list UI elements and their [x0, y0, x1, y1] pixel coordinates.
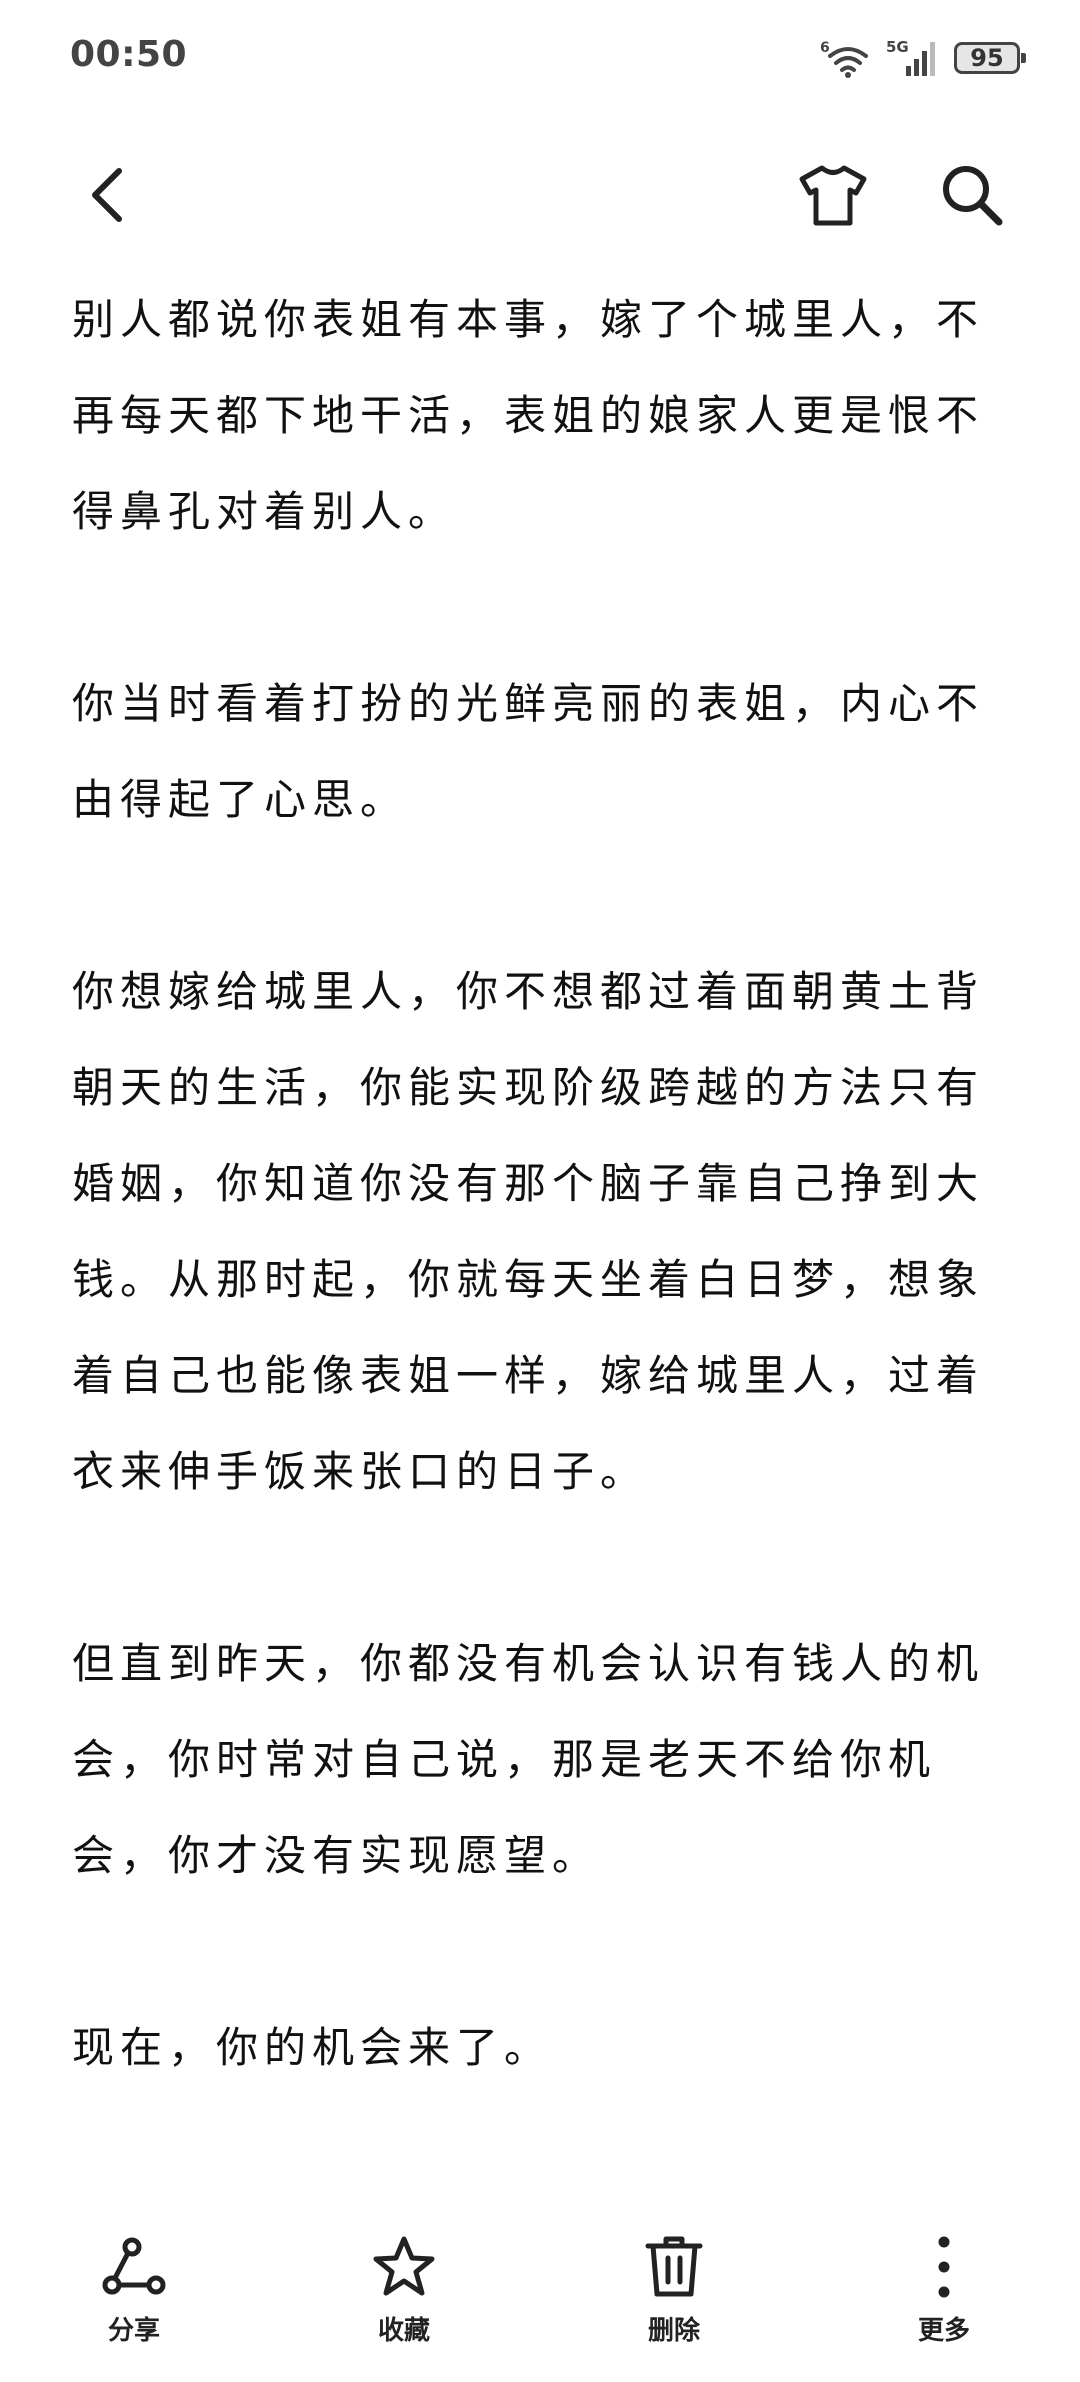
theme-button[interactable] — [793, 155, 873, 235]
favorite-button[interactable]: 收藏 — [324, 2232, 484, 2362]
wifi-icon: 6 — [820, 38, 872, 78]
share-label: 分享 — [107, 2316, 160, 2346]
delete-button[interactable]: 删除 — [594, 2232, 754, 2362]
search-icon — [943, 166, 1003, 226]
status-bar: 00:50 6 5G 95 — [0, 0, 1080, 120]
status-time: 00:50 — [70, 34, 188, 75]
trash-icon — [639, 2232, 709, 2302]
paragraph: 别人都说你表姐有本事，嫁了个城里人，不再每天都下地干活，表姐的娘家人更是恨不得鼻… — [72, 295, 985, 536]
battery-icon: 95 — [954, 42, 1026, 74]
more-button[interactable]: 更多 — [864, 2232, 1024, 2362]
network-label: 5G — [886, 38, 909, 56]
paragraph: 但直到昨天，你都没有机会认识有钱人的机会，你时常对自己说，那是老天不给你机会，你… — [72, 1639, 985, 1880]
paragraph: 你想嫁给城里人，你不想都过着面朝黄土背朝天的生活，你能实现阶级跨越的方法只有婚姻… — [72, 967, 985, 1496]
bottom-toolbar: 分享 收藏 删除 更多 — [0, 2210, 1080, 2370]
back-button[interactable] — [72, 160, 142, 230]
search-button[interactable] — [932, 155, 1012, 235]
chevron-left-icon — [92, 168, 122, 222]
share-icon — [99, 2232, 169, 2302]
delete-label: 删除 — [647, 2316, 700, 2346]
share-button[interactable]: 分享 — [54, 2232, 214, 2362]
battery-level: 95 — [970, 44, 1004, 72]
status-icons: 6 5G 95 — [820, 38, 1026, 78]
favorite-label: 收藏 — [377, 2316, 430, 2346]
wifi-label: 6 — [820, 40, 830, 56]
more-label: 更多 — [917, 2316, 970, 2346]
app-header — [0, 140, 1080, 250]
paragraph: 现在，你的机会来了。 — [72, 2023, 553, 2072]
paragraph: 你当时看着打扮的光鲜亮丽的表姐，内心不由得起了心思。 — [72, 679, 985, 824]
star-icon — [369, 2232, 439, 2302]
note-content: 别人都说你表姐有本事，嫁了个城里人，不再每天都下地干活，表姐的娘家人更是恨不得鼻… — [72, 272, 1012, 2192]
cellular-signal-icon: 5G — [886, 38, 940, 78]
more-vertical-icon — [909, 2232, 979, 2302]
tshirt-icon — [799, 165, 867, 226]
